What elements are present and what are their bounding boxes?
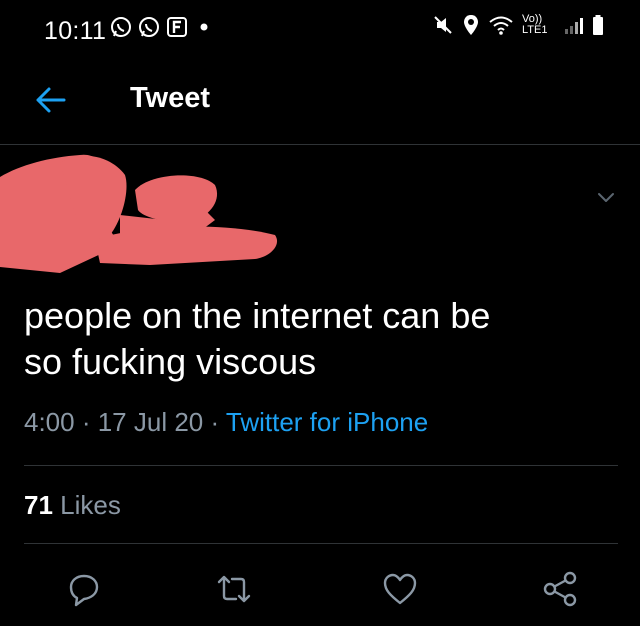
mute-icon <box>432 14 454 36</box>
retweet-button[interactable] <box>214 569 254 609</box>
heart-icon <box>383 573 417 605</box>
redacted-author-info <box>0 145 300 275</box>
status-notification-icons <box>110 16 208 38</box>
app-f-icon <box>166 16 188 38</box>
redaction-scribble <box>0 154 278 273</box>
location-icon <box>462 14 480 36</box>
retweet-icon <box>217 575 251 603</box>
tweet-text: people on the internet can be so fucking… <box>24 293 614 385</box>
notification-dot-icon <box>200 23 208 31</box>
meta-separator-1: · <box>74 407 98 437</box>
status-system-icons: Vo)) LTE1 <box>432 14 604 36</box>
meta-separator-2: · <box>203 407 226 437</box>
divider <box>24 543 618 544</box>
status-bar: 10:11 Vo)) LTE1 <box>0 0 640 60</box>
like-button[interactable] <box>380 569 420 609</box>
whatsapp-icon <box>110 16 132 38</box>
arrow-left-icon <box>36 87 66 113</box>
page-title: Tweet <box>130 82 211 114</box>
reply-icon <box>69 574 99 607</box>
status-time: 10:11 <box>44 17 107 45</box>
likes-stat[interactable]: 71 Likes <box>24 490 121 521</box>
reply-button[interactable] <box>64 569 104 609</box>
tweet-text-line-2: so fucking viscous <box>24 341 317 382</box>
tweet-metadata: 4:00 · 17 Jul 20 · Twitter for iPhone <box>24 407 428 438</box>
share-icon <box>543 571 577 607</box>
top-app-bar: Tweet <box>0 60 640 145</box>
share-button[interactable] <box>540 569 580 609</box>
back-button[interactable] <box>30 80 70 120</box>
likes-count: 71 <box>24 490 53 520</box>
tweet-text-line-1: people on the internet can be <box>24 295 491 336</box>
battery-icon <box>592 14 604 36</box>
tweet-options-button[interactable] <box>594 185 618 209</box>
tweet-date: 17 Jul 20 <box>97 407 204 437</box>
chevron-down-icon <box>598 193 614 202</box>
divider <box>24 465 618 466</box>
likes-label: Likes <box>60 490 121 520</box>
network-label: Vo)) LTE1 <box>522 13 548 36</box>
tweet-action-bar <box>0 564 640 614</box>
wifi-icon <box>488 14 514 36</box>
tweet-source-link[interactable]: Twitter for iPhone <box>226 407 428 437</box>
whatsapp-icon-2 <box>138 16 160 38</box>
signal-icon <box>564 15 584 35</box>
tweet-time: 4:00 <box>24 407 75 437</box>
